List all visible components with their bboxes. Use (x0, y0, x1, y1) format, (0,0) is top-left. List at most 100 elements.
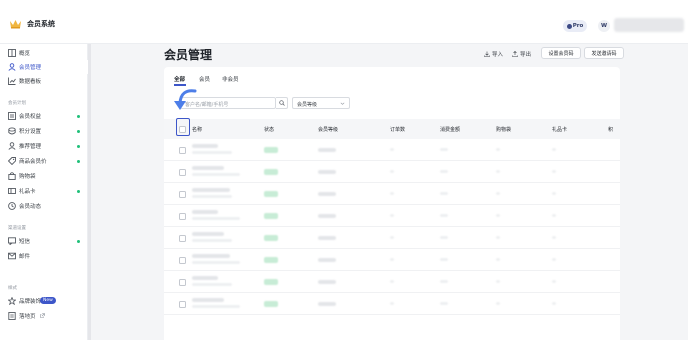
tab-members[interactable]: 会员 (199, 75, 210, 83)
member-contact-redacted (192, 305, 240, 308)
spend-amount-redacted (440, 236, 448, 239)
order-count-redacted (390, 148, 394, 151)
member-level-redacted (318, 192, 336, 196)
gift-card-redacted (552, 258, 556, 261)
status-badge-redacted (264, 147, 278, 153)
row-checkbox[interactable] (179, 257, 186, 264)
member-level-redacted (318, 214, 336, 218)
column-header-name[interactable]: 名称 (192, 126, 202, 133)
sidebar-item-dashboard[interactable]: 数据看板 (0, 74, 88, 88)
page-title: 会员管理 (164, 48, 213, 62)
row-checkbox[interactable] (179, 147, 186, 154)
table-row[interactable] (164, 205, 620, 227)
sidebar-item-label: 礼品卡 (19, 189, 36, 195)
export-label: 导出 (520, 52, 532, 58)
group-title: 会员计划 (8, 101, 26, 106)
sidebar-item-label: 数据看板 (19, 79, 42, 85)
table-row[interactable] (164, 161, 620, 183)
search-button[interactable] (276, 97, 288, 109)
sidebar-item-shopping-bag[interactable]: 购物袋 (0, 169, 88, 183)
gift-card-redacted (552, 192, 556, 195)
sidebar-item-label: 短信 (19, 239, 31, 245)
shopping-bag-redacted (496, 192, 500, 195)
column-header-gift-card[interactable]: 礼品卡 (552, 126, 567, 133)
column-header-orders[interactable]: 订单数 (390, 126, 405, 133)
member-name-redacted (192, 210, 218, 214)
sidebar-item-label: 概览 (19, 51, 31, 57)
sidebar-item-member-activity[interactable]: 会员动态 (0, 199, 88, 213)
member-contact-redacted (192, 239, 232, 242)
sidebar-scrollbar[interactable] (88, 44, 91, 340)
sidebar-item-points[interactable]: 积分设置 (0, 124, 88, 138)
member-name-redacted (192, 166, 224, 170)
import-button[interactable]: 导入 (484, 50, 503, 58)
group-title: 样式 (8, 286, 17, 291)
column-header-spend[interactable]: 消费金额 (440, 126, 460, 133)
sidebar-item-label: 会员管理 (19, 65, 42, 71)
account-name-redacted[interactable] (614, 18, 684, 32)
sidebar-item-members[interactable]: 会员管理 (0, 60, 88, 74)
member-level-redacted (318, 280, 336, 284)
avatar[interactable]: W (598, 20, 610, 32)
column-header-level[interactable]: 会员等级 (318, 126, 338, 133)
member-contact-redacted (192, 261, 240, 264)
table-row[interactable] (164, 227, 620, 249)
member-level-select[interactable]: 会员等级 (292, 97, 350, 109)
table-header: 名称 状态 会员等级 订单数 消费金额 购物袋 礼品卡 积 (164, 119, 620, 139)
row-checkbox[interactable] (179, 301, 186, 308)
members-card: 全部 会员 非会员 客户名/邮箱/手机号 会员等级 名称 状态 会员等级 订单数… (164, 67, 620, 340)
export-icon (512, 51, 518, 57)
sidebar-item-landing-page[interactable]: 落地页 (0, 309, 88, 323)
shopping-bag-redacted (496, 280, 500, 283)
grid-icon (8, 49, 16, 57)
sidebar-item-email[interactable]: 邮件 (0, 249, 88, 263)
spend-amount-redacted (440, 258, 448, 261)
table-row[interactable] (164, 139, 620, 161)
table-row[interactable] (164, 183, 620, 205)
row-checkbox[interactable] (179, 191, 186, 198)
row-checkbox[interactable] (179, 235, 186, 242)
column-header-status[interactable]: 状态 (264, 126, 274, 133)
export-button[interactable]: 导出 (512, 50, 531, 58)
search-icon (278, 100, 285, 106)
row-checkbox[interactable] (179, 279, 186, 286)
column-header-shopping-bag[interactable]: 购物袋 (496, 126, 511, 133)
sidebar-item-sms[interactable]: 短信 (0, 234, 88, 248)
column-header-points[interactable]: 积 (608, 126, 613, 133)
pro-label: Pro (572, 23, 584, 29)
spend-amount-redacted (440, 148, 448, 151)
tab-non-members[interactable]: 非会员 (222, 75, 239, 83)
shopping-bag-redacted (496, 236, 500, 239)
user-icon (8, 142, 16, 150)
sidebar-item-member-price[interactable]: 商品会员价 (0, 154, 88, 168)
table-row[interactable] (164, 271, 620, 293)
member-name-redacted (192, 276, 218, 280)
member-level-redacted (318, 258, 336, 262)
tab-all[interactable]: 全部 (174, 75, 185, 83)
sidebar-item-label: 推荐管理 (19, 144, 42, 150)
status-badge-redacted (264, 257, 278, 263)
table-row[interactable] (164, 293, 620, 315)
set-member-code-button[interactable]: 设置会员码 (541, 47, 581, 59)
pro-plan-badge[interactable]: Pro (563, 20, 587, 32)
sidebar-item-gift-card[interactable]: 礼品卡 (0, 184, 88, 198)
table-row[interactable] (164, 249, 620, 271)
row-checkbox[interactable] (179, 169, 186, 176)
member-name-redacted (192, 188, 230, 192)
sidebar-item-referral[interactable]: 推荐管理 (0, 139, 88, 153)
send-invite-code-button[interactable]: 发送邀请码 (584, 47, 624, 59)
status-dot (77, 144, 80, 148)
order-count-redacted (390, 170, 394, 173)
row-checkbox[interactable] (179, 213, 186, 220)
status-badge-redacted (264, 169, 278, 175)
sidebar-item-benefits[interactable]: 会员权益 (0, 109, 88, 123)
sidebar-item-overview[interactable]: 概览 (0, 46, 88, 60)
member-level-redacted (318, 170, 336, 174)
tag-icon (8, 157, 16, 165)
sidebar-item-brand-decoration[interactable]: 品牌装饰 New (0, 294, 88, 308)
sidebar-item-label: 邮件 (19, 254, 31, 260)
page-icon (8, 312, 16, 320)
status-dot (77, 114, 80, 118)
active-tab-indicator (174, 84, 186, 86)
status-badge-redacted (264, 235, 278, 241)
